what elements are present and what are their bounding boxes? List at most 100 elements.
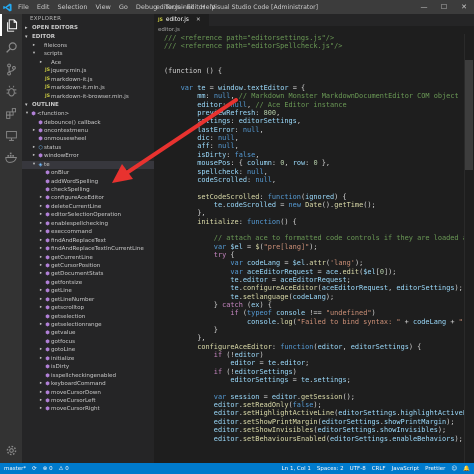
chevron-right-icon[interactable]: ▸ <box>31 42 37 50</box>
source-control-icon[interactable] <box>0 58 22 80</box>
outline-item[interactable]: ▸ ⬢ getscrolltop <box>22 304 154 312</box>
menu-item-view[interactable]: View <box>91 3 114 11</box>
code-line[interactable]: te.configureAceEditor(aceEditorRequest, … <box>164 284 474 292</box>
file-item[interactable]: ▸ fileicons <box>22 42 154 50</box>
outline-item[interactable]: ▸ ⬢ keyboardCommand <box>22 380 154 388</box>
code-line[interactable]: var $el = $("pre[lang]"); <box>164 243 474 251</box>
file-item[interactable]: JS markdown-it-browser.min.js <box>22 93 154 101</box>
outline-item[interactable]: ▸ ⬡ status <box>22 144 154 152</box>
menu-item-help[interactable]: Help <box>197 3 220 11</box>
warning-count[interactable]: ⚠ 0 <box>59 466 69 472</box>
settings-gear-icon[interactable] <box>0 439 22 461</box>
git-branch[interactable]: master* <box>4 466 26 472</box>
code-line[interactable]: setCodeScrolled: function(ignored) { <box>164 193 474 201</box>
code-line[interactable]: spellcheck: null, <box>164 168 474 176</box>
code-line[interactable]: } <box>164 326 474 334</box>
tab-close-icon[interactable]: ✕ <box>196 17 201 23</box>
error-count[interactable]: ⊗ 0 <box>43 466 53 472</box>
outline-item[interactable]: ⬢ isspellcheckingenabled <box>22 372 154 380</box>
outline-item[interactable]: ⬢ getselection <box>22 313 154 321</box>
outline-item[interactable]: ▸ ⬢ moveCursorDown <box>22 389 154 397</box>
outline-item[interactable]: ▸ ⬢ getLineNumber <box>22 296 154 304</box>
outline-item[interactable]: ⬢ debounce() callback <box>22 119 154 127</box>
encoding[interactable]: UTF-8 <box>350 466 366 472</box>
outline-item[interactable]: ▸ ⬢ gotoLine <box>22 346 154 354</box>
menu-item-selection[interactable]: Selection <box>53 3 91 11</box>
smiley-icon[interactable]: ☺ <box>451 466 457 472</box>
code-line[interactable] <box>164 184 474 192</box>
code-line[interactable]: configureAceEditor: function(editor, edi… <box>164 343 474 351</box>
notification-bell-icon[interactable]: 🔔 <box>463 466 470 472</box>
maximize-icon[interactable]: ☐ <box>434 0 454 14</box>
tab-editor-js[interactable]: JS editor.js ✕ <box>154 14 209 26</box>
menu-item-file[interactable]: File <box>14 3 33 11</box>
outline-item[interactable]: ▸ ⬢ enablespellchecking <box>22 220 154 228</box>
code-line[interactable]: te.editor = aceEditorRequest; <box>164 276 474 284</box>
code-line[interactable]: editor.setHighlightActiveLine(editorSett… <box>164 409 474 417</box>
outline-item[interactable]: ⬢ checkSpelling <box>22 186 154 194</box>
code-line[interactable]: editor.setShowPrintMargin(editorSettings… <box>164 418 474 426</box>
sync-icon[interactable]: ⟳ <box>32 466 37 472</box>
file-item[interactable]: JS jquery.min.js <box>22 67 154 75</box>
outline-item[interactable]: ▸ ⬢ oncontextmenu <box>22 127 154 135</box>
code-line[interactable]: var session = editor.getSession(); <box>164 393 474 401</box>
outline-item[interactable]: ⬢ getfontsize <box>22 279 154 287</box>
outline-section[interactable]: ▾ OUTLINE <box>22 101 154 110</box>
editor-scrollbar[interactable] <box>464 34 474 463</box>
minimize-icon[interactable]: — <box>414 0 434 14</box>
file-item[interactable]: JS markdown-it.min.js <box>22 84 154 92</box>
code-line[interactable] <box>164 226 474 234</box>
code-line[interactable]: editor.setReadOnly(false); <box>164 401 474 409</box>
explorer-icon[interactable] <box>0 14 22 36</box>
outline-item[interactable]: ▸ ⬢ getselectionrange <box>22 321 154 329</box>
code-line[interactable]: if (typeof console !== "undefined") <box>164 309 474 317</box>
code-line[interactable]: te.codeScrolled = new Date().getTime(); <box>164 201 474 209</box>
remote-explorer-icon[interactable] <box>0 124 22 146</box>
file-item[interactable]: JS markdown-it.js <box>22 76 154 84</box>
outline-item[interactable]: ▸ ⬢ findAndReplaceText <box>22 237 154 245</box>
code-line[interactable]: /// <reference path="editorsettings.js"/… <box>164 34 474 42</box>
code-line[interactable]: initialize: function() { <box>164 218 474 226</box>
code-line[interactable]: aff: null, <box>164 142 474 150</box>
formatter[interactable]: Prettier <box>425 466 445 472</box>
outline-item[interactable]: ▸ ⬢ getCurrentLine <box>22 254 154 262</box>
code-line[interactable]: mm: null, // Markdown Monster MarkdownDo… <box>164 92 474 100</box>
code-line[interactable]: var aceEditorRequest = ace.edit($el[0]); <box>164 268 474 276</box>
code-line[interactable] <box>164 384 474 392</box>
outline-item[interactable]: ▸ ⬢ editorSelectionOperation <box>22 211 154 219</box>
outline-item[interactable]: ▸ ⬢ execcommand <box>22 228 154 236</box>
search-icon[interactable] <box>0 36 22 58</box>
code-line[interactable] <box>164 76 474 84</box>
outline-item[interactable]: ▸ ⬢ configureAceEditor <box>22 194 154 202</box>
code-line[interactable]: (function () { <box>164 67 474 75</box>
chevron-down-icon[interactable]: ▾ <box>31 50 37 58</box>
debug-icon[interactable] <box>0 80 22 102</box>
file-item[interactable]: ▾ scripts <box>22 50 154 58</box>
code-line[interactable]: // attach ace to formatted code controls… <box>164 234 474 242</box>
editor-folder-section[interactable]: ▾ EDITOR <box>22 33 154 42</box>
code-line[interactable]: editor.setBehavioursEnabled(editorSettin… <box>164 435 474 443</box>
file-item[interactable]: ▸ Ace <box>22 59 154 67</box>
code-line[interactable] <box>164 51 474 59</box>
code-line[interactable]: editorSettings = te.settings; <box>164 376 474 384</box>
outline-item[interactable]: ▸ ⬢ findAndReplaceTextInCurrentLine <box>22 245 154 253</box>
outline-item[interactable]: ▸ ⬢ moveCursorLeft <box>22 397 154 405</box>
code-line[interactable]: var te = window.textEditor = { <box>164 84 474 92</box>
outline-item[interactable]: ▸ ⬢ getCursorPosition <box>22 262 154 270</box>
code-line[interactable]: previewRefresh: 800, <box>164 109 474 117</box>
menu-item-terminal[interactable]: Terminal <box>161 3 196 11</box>
menu-item-debug[interactable]: Debug <box>132 3 161 11</box>
code-line[interactable]: editor.setShowInvisibles(editorSettings.… <box>164 426 474 434</box>
indentation[interactable]: Spaces: 2 <box>317 466 344 472</box>
outline-item[interactable]: ⬢ gotfocus <box>22 338 154 346</box>
code-line[interactable]: mousePos: { column: 0, row: 0 }, <box>164 159 474 167</box>
code-line[interactable]: if (!editor) <box>164 351 474 359</box>
code-line[interactable]: } catch (ex) { <box>164 301 474 309</box>
code-line[interactable]: }, <box>164 209 474 217</box>
menu-item-go[interactable]: Go <box>115 3 132 11</box>
chevron-right-icon[interactable]: ▸ <box>38 59 44 67</box>
code-editor[interactable]: /// <reference path="editorsettings.js"/… <box>164 34 474 463</box>
code-line[interactable] <box>164 59 474 67</box>
outline-item[interactable]: ▸ ⬢ getDocumentStats <box>22 270 154 278</box>
language-mode[interactable]: JavaScript <box>392 466 420 472</box>
